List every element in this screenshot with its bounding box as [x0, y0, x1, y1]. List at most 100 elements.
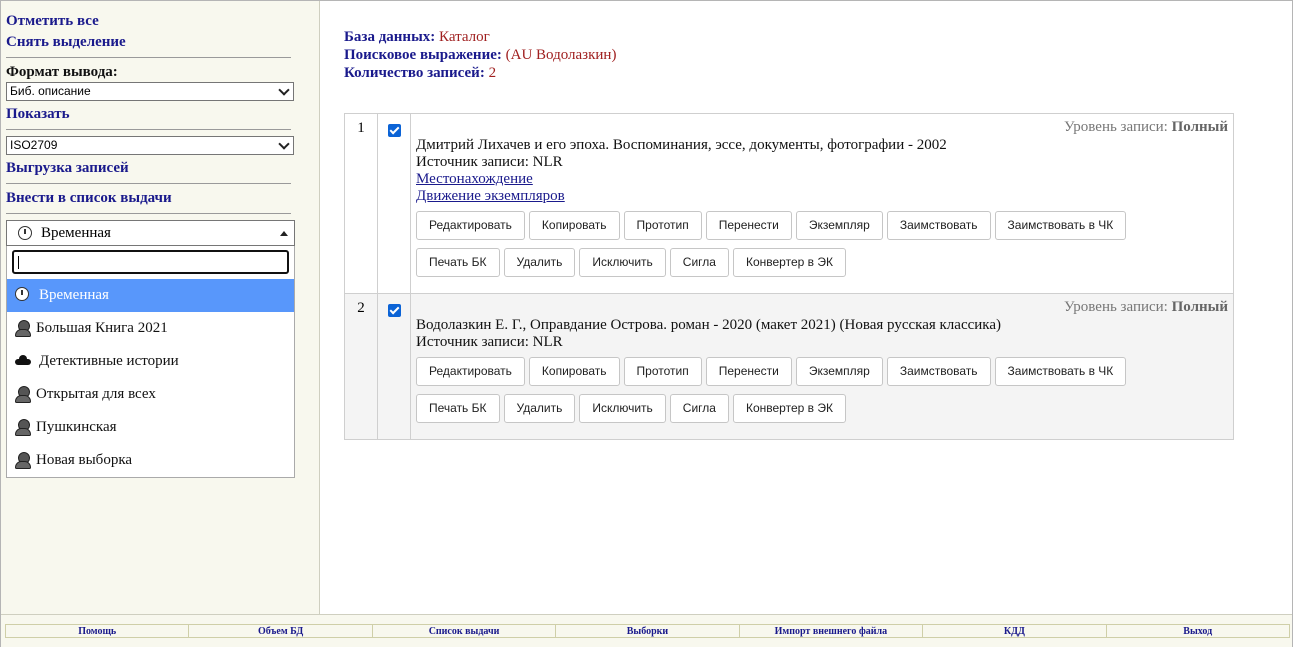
- dropdown-search-input[interactable]: [12, 250, 289, 274]
- export-records-link[interactable]: Выгрузка записей: [6, 160, 129, 177]
- table-row: 1 Уровень записи: Полный Дмитрий Лихачев…: [344, 113, 1234, 294]
- left-panel: Отметить все Снять выделение Формат выво…: [1, 1, 320, 614]
- footer-issue-list-link[interactable]: Список выдачи: [373, 625, 557, 637]
- record-source: Источник записи: NLR: [416, 154, 563, 170]
- record-source: Источник записи: NLR: [416, 334, 563, 350]
- copies-movement-link[interactable]: Движение экземпляров: [416, 188, 1228, 205]
- copy-button[interactable]: Копировать: [528, 211, 620, 240]
- exclude-button[interactable]: Исключить: [579, 394, 666, 423]
- clock-icon: [18, 226, 32, 240]
- database-info: База данных: Каталог: [344, 29, 490, 46]
- footer-exit-link[interactable]: Выход: [1107, 625, 1289, 637]
- footer-import-link[interactable]: Импорт внешнего файла: [740, 625, 924, 637]
- delete-button[interactable]: Удалить: [503, 248, 576, 277]
- divider: [6, 57, 291, 58]
- option-label: Детективные истории: [39, 353, 179, 369]
- dropdown-option[interactable]: Открытая для всех: [7, 378, 294, 411]
- record-actions: Редактировать Копировать Прототип Перенести…: [416, 357, 1228, 431]
- dropdown-option[interactable]: Временная: [7, 279, 294, 312]
- exclude-button[interactable]: Исключить: [579, 248, 666, 277]
- chevron-down-icon: [278, 138, 290, 150]
- count-value: 2: [488, 65, 497, 81]
- divider: [6, 129, 291, 130]
- count-info: Количество записей: 2: [344, 65, 496, 82]
- dropdown-option[interactable]: Новая выборка: [7, 444, 294, 477]
- select-all-link[interactable]: Отметить все: [6, 13, 99, 30]
- record-checkbox[interactable]: [387, 124, 401, 137]
- borrow-ck-button[interactable]: Заимствовать в ЧК: [994, 211, 1127, 240]
- output-format-select[interactable]: Биб. описание: [6, 82, 294, 101]
- record-number: 2: [344, 293, 378, 440]
- person-icon: [15, 419, 31, 436]
- add-to-issue-list-link[interactable]: Внести в список выдачи: [6, 190, 172, 207]
- option-label: Пушкинская: [36, 419, 117, 435]
- dropdown-option[interactable]: Большая Книга 2021: [7, 312, 294, 345]
- show-format-select[interactable]: ISO2709: [6, 136, 294, 155]
- query-value: (AU Водолазкин): [505, 47, 617, 63]
- move-button[interactable]: Перенести: [705, 357, 792, 386]
- converter-button[interactable]: Конвертер в ЭК: [732, 394, 846, 423]
- output-format-label: Формат вывода:: [6, 64, 118, 80]
- record-number: 1: [344, 113, 378, 294]
- record-title: Дмитрий Лихачев и его эпоха. Воспоминани…: [416, 137, 947, 153]
- database-value: Каталог: [439, 29, 490, 45]
- record-title: Водолазкин Е. Г., Оправдание Острова. ро…: [416, 317, 1001, 333]
- option-label: Временная: [39, 287, 109, 303]
- deselect-link[interactable]: Снять выделение: [6, 34, 126, 51]
- person-icon: [15, 320, 31, 337]
- count-label: Количество записей:: [344, 65, 485, 81]
- record-body: Уровень записи: Полный Водолазкин Е. Г.,…: [410, 293, 1234, 440]
- move-button[interactable]: Перенести: [705, 211, 792, 240]
- issue-list-dropdown: Временная Большая Книга 2021 Детективные…: [6, 246, 295, 478]
- show-link[interactable]: Показать: [6, 106, 70, 123]
- show-format-value: ISO2709: [10, 138, 58, 152]
- footer-kdd-link[interactable]: КДД: [923, 625, 1107, 637]
- edit-button[interactable]: Редактировать: [416, 357, 525, 386]
- chevron-up-icon: [280, 231, 288, 236]
- output-format-value: Биб. описание: [10, 84, 91, 98]
- prototype-button[interactable]: Прототип: [623, 357, 702, 386]
- issue-list-selected: Временная: [41, 225, 111, 241]
- record-actions: Редактировать Копировать Прототип Перенести…: [416, 211, 1228, 285]
- divider: [6, 183, 291, 184]
- edit-button[interactable]: Редактировать: [416, 211, 525, 240]
- issue-list-select[interactable]: Временная: [6, 220, 295, 246]
- option-label: Открытая для всех: [36, 386, 156, 402]
- copy-instance-button[interactable]: Экземпляр: [795, 211, 883, 240]
- database-label: База данных:: [344, 29, 436, 45]
- cloud-icon: [15, 355, 31, 365]
- text-caret: [18, 256, 19, 269]
- footer-selections-link[interactable]: Выборки: [556, 625, 740, 637]
- option-label: Новая выборка: [36, 452, 133, 468]
- location-link[interactable]: Местонахождение: [416, 171, 1228, 188]
- person-icon: [15, 386, 31, 403]
- sigla-button[interactable]: Сигла: [669, 248, 729, 277]
- record-body: Уровень записи: Полный Дмитрий Лихачев и…: [410, 113, 1234, 294]
- prototype-button[interactable]: Прототип: [623, 211, 702, 240]
- query-info: Поисковое выражение: (AU Водолазкин): [344, 47, 616, 64]
- sigla-button[interactable]: Сигла: [669, 394, 729, 423]
- record-level: Уровень записи: Полный: [1063, 299, 1228, 315]
- record-checkbox[interactable]: [387, 304, 401, 317]
- borrow-button[interactable]: Заимствовать: [886, 211, 991, 240]
- footer: Помощь Объем БД Список выдачи Выборки Им…: [1, 614, 1292, 647]
- record-level: Уровень записи: Полный: [1063, 119, 1228, 135]
- borrow-button[interactable]: Заимствовать: [886, 357, 991, 386]
- dropdown-option[interactable]: Пушкинская: [7, 411, 294, 444]
- footer-nav: Помощь Объем БД Список выдачи Выборки Им…: [5, 624, 1290, 638]
- print-card-button[interactable]: Печать БК: [416, 248, 500, 277]
- divider: [6, 213, 291, 214]
- footer-help-link[interactable]: Помощь: [6, 625, 190, 637]
- clock-icon: [15, 287, 29, 301]
- copy-button[interactable]: Копировать: [528, 357, 620, 386]
- converter-button[interactable]: Конвертер в ЭК: [732, 248, 846, 277]
- borrow-ck-button[interactable]: Заимствовать в ЧК: [994, 357, 1127, 386]
- table-row: 2 Уровень записи: Полный Водолазкин Е. Г…: [344, 293, 1234, 440]
- footer-db-size-link[interactable]: Объем БД: [189, 625, 373, 637]
- chevron-down-icon: [278, 84, 290, 96]
- option-label: Большая Книга 2021: [36, 320, 168, 336]
- delete-button[interactable]: Удалить: [503, 394, 576, 423]
- dropdown-option[interactable]: Детективные истории: [7, 345, 294, 378]
- copy-instance-button[interactable]: Экземпляр: [795, 357, 883, 386]
- print-card-button[interactable]: Печать БК: [416, 394, 500, 423]
